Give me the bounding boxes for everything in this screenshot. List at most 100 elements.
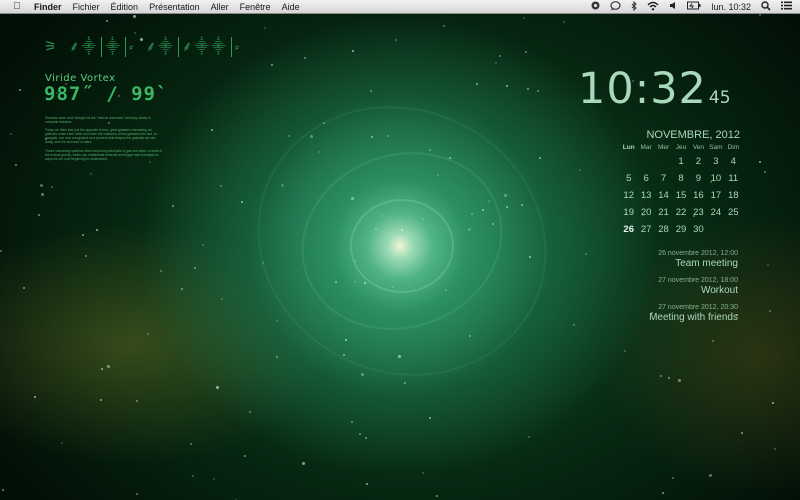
weekday-label: Ven (692, 144, 705, 151)
star-dot (404, 382, 406, 384)
star-dot (19, 89, 21, 91)
star-dot (660, 375, 662, 377)
menu-edition[interactable]: Édition (111, 2, 139, 12)
search-icon[interactable] (761, 0, 771, 13)
star-dot (436, 495, 438, 497)
volume-icon[interactable] (669, 1, 677, 12)
menu-presentation[interactable]: Présentation (149, 2, 200, 12)
star-dot (563, 21, 565, 23)
calendar-day[interactable]: 14 (655, 187, 672, 204)
apple-logo-icon[interactable]:  (10, 1, 24, 12)
star-dot (662, 492, 664, 494)
star-dot (492, 223, 494, 225)
glyph-group: ⸙⸎⸎ (181, 39, 228, 55)
calendar-day[interactable]: 11 (725, 170, 742, 187)
weekday-label: Mer (657, 144, 670, 151)
calendar-day[interactable]: 21 (655, 204, 672, 221)
star-dot (774, 448, 776, 450)
calendar-day[interactable]: 19 (620, 204, 637, 221)
menu-finder[interactable]: Finder (34, 2, 62, 12)
galaxy-arm-ring (350, 199, 454, 293)
star-dot (352, 50, 354, 52)
calendar-day[interactable]: 3 (707, 153, 724, 170)
star-dot (521, 204, 523, 206)
location-description: Seconds were once thought as the "eterna… (45, 116, 163, 165)
calendar-day[interactable]: 28 (655, 221, 672, 238)
calendar-day[interactable]: 4 (725, 153, 742, 170)
event-timestamp: 27 novembre 2012, 20:30 (658, 304, 738, 311)
calendar-day[interactable]: 15 (672, 187, 689, 204)
star-dot (194, 267, 196, 269)
star-dot (506, 206, 508, 208)
calendar-day[interactable]: 16 (690, 187, 707, 204)
star-dot (51, 186, 53, 188)
star-dot (34, 396, 36, 398)
chat-bubble-icon[interactable] (610, 0, 622, 13)
star-dot (0, 250, 2, 252)
star-dot (38, 214, 40, 216)
star-dot (365, 437, 367, 439)
star-dot (288, 135, 290, 137)
calendar-day[interactable]: 20 (637, 204, 654, 221)
calendar-day[interactable]: 9 (690, 170, 707, 187)
calendar-day[interactable]: 25 (725, 204, 742, 221)
star-dot (741, 432, 743, 434)
star-dot (445, 289, 447, 291)
star-dot (2, 489, 4, 491)
star-dot (437, 174, 439, 176)
star-dot (335, 281, 337, 283)
star-dot (41, 193, 44, 196)
list-icon[interactable] (781, 1, 792, 12)
bluetooth-icon[interactable] (631, 0, 638, 13)
calendar-day[interactable]: 29 (672, 221, 689, 238)
calendar-day[interactable]: 30 (690, 221, 707, 238)
weekday-label: Sam (709, 144, 723, 151)
star-dot (429, 417, 431, 419)
calendar-day-today[interactable]: 26 (620, 221, 637, 238)
calendar-day[interactable]: 2 (690, 153, 707, 170)
calendar-day[interactable]: 8 (672, 170, 689, 187)
location-coordinates: 987˝ / 99` (44, 83, 169, 105)
calendar-day[interactable]: 23 (690, 204, 707, 221)
star-dot (624, 350, 626, 352)
event-item[interactable]: 26 novembre 2012, 12:00 Team meeting (649, 250, 738, 269)
menu-fenetre[interactable]: Fenêtre (240, 2, 271, 12)
menu-aller[interactable]: Aller (211, 2, 229, 12)
calendar-day[interactable]: 22 (672, 204, 689, 221)
battery-icon[interactable] (687, 1, 701, 12)
menubar-clock[interactable]: lun. 10:32 (711, 2, 751, 12)
star-dot (469, 335, 471, 337)
calendar-day[interactable]: 27 (637, 221, 654, 238)
event-item[interactable]: 27 novembre 2012, 20:30 Meeting with fri… (649, 304, 738, 323)
star-dot (304, 57, 306, 59)
star-dot (527, 88, 529, 90)
calendar-day[interactable]: 18 (725, 187, 742, 204)
calendar-blank-cell (637, 153, 654, 170)
calendar-day[interactable]: 13 (637, 187, 654, 204)
event-item[interactable]: 27 novembre 2012, 18:00 Workout (649, 277, 738, 296)
calendar-grid: Lun Mar Mer Jeu Ven Sam Dim 1 2 3 4 5 6 7 8 9 10 1… (620, 143, 742, 238)
calendar-day[interactable]: 1 (672, 153, 689, 170)
glyph-group: ⚞ ⸙⸎ (44, 39, 99, 55)
star-dot (136, 493, 138, 495)
calendar-day[interactable]: 24 (707, 204, 724, 221)
star-dot (190, 443, 192, 445)
calendar-day[interactable]: 5 (620, 170, 637, 187)
star-dot (147, 333, 149, 335)
star-dot (429, 149, 431, 151)
star-dot (359, 433, 361, 435)
calendar-day[interactable]: 6 (637, 170, 654, 187)
calendar-day[interactable]: 10 (707, 170, 724, 187)
calendar-day[interactable]: 12 (620, 187, 637, 204)
star-dot (249, 411, 251, 413)
calendar-day[interactable]: 7 (655, 170, 672, 187)
star-dot (537, 90, 539, 92)
event-title: Team meeting (675, 258, 738, 269)
record-icon[interactable] (591, 1, 600, 12)
star-dot (585, 253, 587, 255)
calendar-day[interactable]: 17 (707, 187, 724, 204)
menu-bar:  Finder Fichier Édition Présentation Al… (0, 0, 800, 14)
menu-fichier[interactable]: Fichier (73, 2, 100, 12)
menu-aide[interactable]: Aide (282, 2, 300, 12)
wifi-icon[interactable] (647, 1, 659, 13)
